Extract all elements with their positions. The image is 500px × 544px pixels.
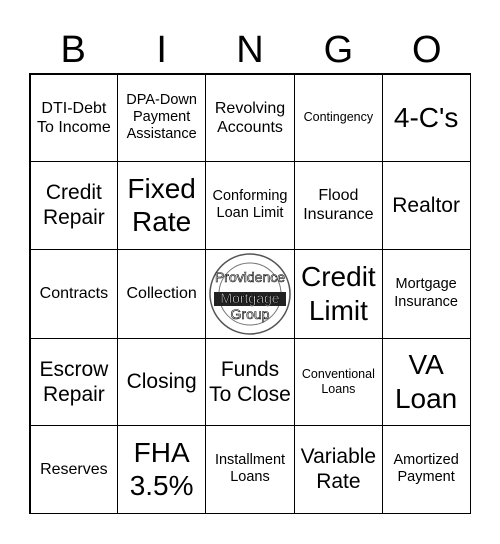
header-letter: B: [60, 29, 86, 71]
bingo-cell[interactable]: Funds To Close: [205, 337, 295, 426]
bingo-cell[interactable]: Credit Limit: [294, 248, 383, 339]
bingo-cell[interactable]: Fixed Rate: [117, 161, 206, 250]
bingo-cell[interactable]: Conforming Loan Limit: [205, 161, 295, 250]
bingo-cell[interactable]: Realtor: [381, 161, 471, 250]
svg-text:Mortgage: Mortgage: [220, 290, 279, 306]
bingo-cell[interactable]: Contracts: [29, 248, 119, 339]
bingo-cell[interactable]: DPA-Down Payment Assistance: [117, 73, 206, 162]
bingo-cell[interactable]: Mortgage Insurance: [381, 248, 471, 339]
header-letter: I: [156, 29, 167, 71]
header-letter: O: [412, 29, 442, 71]
bingo-cell[interactable]: Conventional Loans: [294, 337, 383, 426]
bingo-cell[interactable]: VA Loan: [381, 337, 471, 426]
bingo-cell[interactable]: Credit Repair: [29, 161, 119, 250]
bingo-cell[interactable]: Installment Loans: [205, 425, 295, 514]
providence-mortgage-logo: Providence Mortgage Group: [209, 252, 291, 335]
bingo-cell[interactable]: Variable Rate: [294, 425, 383, 514]
header-letter: N: [236, 29, 264, 71]
bingo-cell[interactable]: FHA 3.5%: [117, 425, 206, 514]
svg-text:Providence: Providence: [215, 269, 285, 285]
bingo-cell[interactable]: 4-C's: [381, 73, 471, 162]
bingo-cell[interactable]: Amortized Payment: [381, 425, 471, 514]
bingo-grid: DTI-Debt To Income DPA-Down Payment Assi…: [29, 73, 471, 514]
bingo-cell[interactable]: Closing: [117, 337, 206, 426]
bingo-cell[interactable]: Contingency: [294, 73, 383, 162]
bingo-header: B I N G O: [29, 28, 471, 72]
bingo-cell[interactable]: Escrow Repair: [29, 337, 119, 426]
free-space[interactable]: Providence Mortgage Group: [205, 248, 295, 339]
bingo-cell[interactable]: Flood Insurance: [294, 161, 383, 250]
bingo-cell[interactable]: Revolving Accounts: [205, 73, 295, 162]
bingo-cell[interactable]: Collection: [117, 248, 206, 339]
bingo-cell[interactable]: Reserves: [29, 425, 119, 514]
bingo-cell[interactable]: DTI-Debt To Income: [29, 73, 119, 162]
svg-text:Group: Group: [231, 306, 270, 322]
header-letter: G: [323, 29, 354, 71]
